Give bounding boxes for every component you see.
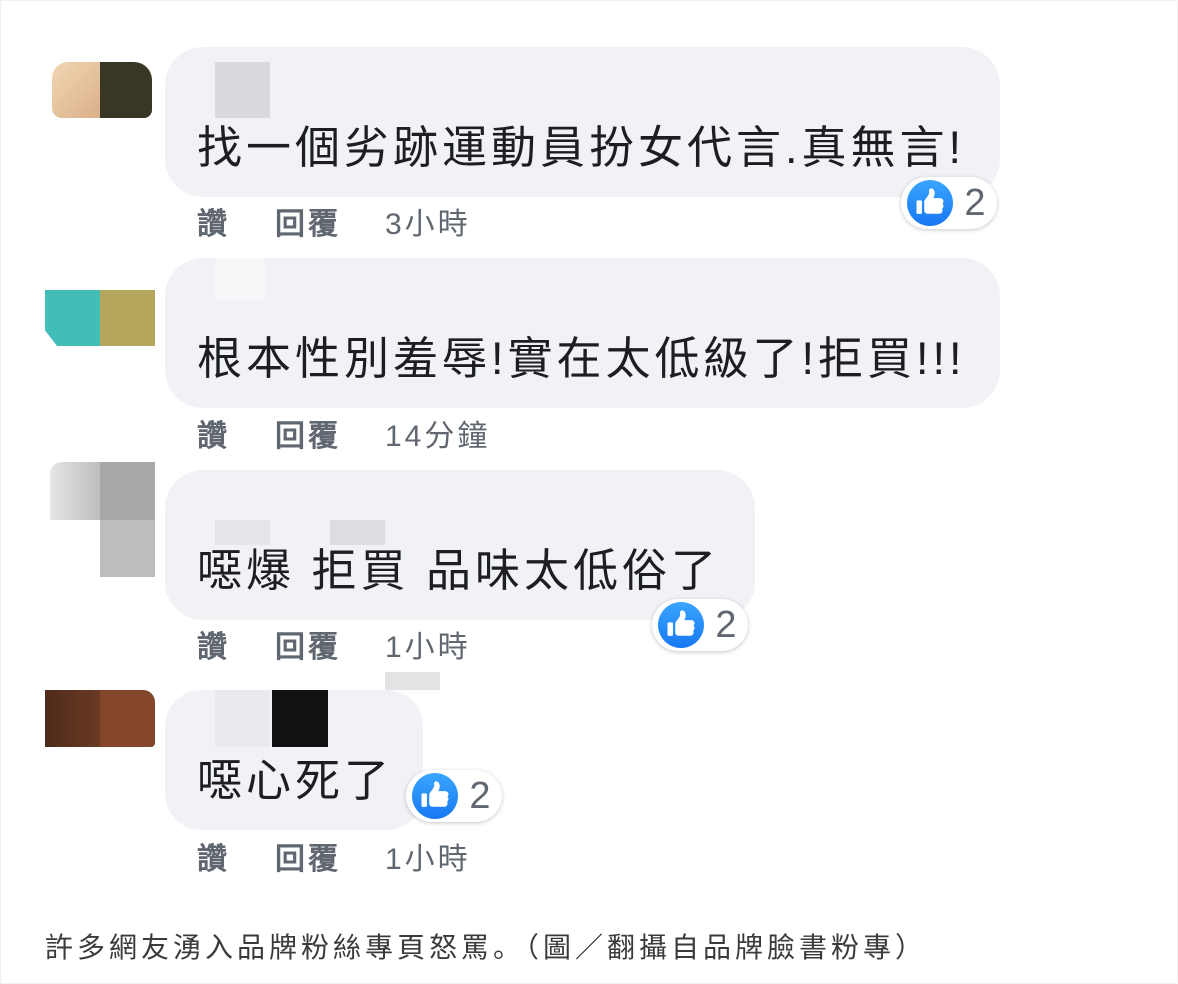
comment-bubble: 噁爆 拒買 品味太低俗了	[165, 470, 755, 620]
reply-button[interactable]: 回覆	[275, 843, 341, 877]
commenter-name-redacted[interactable]	[215, 672, 440, 747]
reply-button[interactable]: 回覆	[275, 420, 341, 454]
comment-actions: 讚 回覆 14分鐘	[0, 420, 600, 454]
comment-actions: 讚 回覆 1小時	[0, 631, 600, 665]
comment-bubble: 找一個劣跡運動員扮女代言.真無言!	[165, 47, 1000, 197]
comment-thread: 找一個劣跡運動員扮女代言.真無言! 2 讚 回覆 3小時 根本性別羞辱!實在太低…	[0, 0, 1178, 984]
like-icon	[907, 180, 953, 226]
mosaic-tile	[100, 462, 155, 520]
mosaic-tile	[100, 520, 155, 577]
mosaic-tile	[50, 462, 100, 520]
reply-button[interactable]: 回覆	[275, 631, 341, 665]
mosaic-tile	[45, 290, 100, 346]
timestamp[interactable]: 1小時	[385, 631, 471, 665]
comment-text: 找一個劣跡運動員扮女代言.真無言!	[197, 122, 966, 173]
reaction-badge[interactable]: 2	[406, 770, 502, 822]
mosaic-tile	[52, 62, 100, 118]
like-button[interactable]: 讚	[197, 843, 230, 877]
comment: 根本性別羞辱!實在太低級了!拒買!!! 讚 回覆 14分鐘	[0, 258, 1178, 469]
comment: 噁心死了 2 讚 回覆 1小時	[0, 672, 1178, 901]
mosaic-tile	[45, 690, 100, 747]
comment: 找一個劣跡運動員扮女代言.真無言! 2 讚 回覆 3小時	[0, 47, 1178, 258]
mosaic-tile	[100, 62, 152, 118]
reaction-badge[interactable]: 2	[652, 599, 748, 651]
commenter-avatar[interactable]	[52, 62, 155, 118]
commenter-name-redacted[interactable]	[215, 258, 265, 300]
comment-text: 根本性別羞辱!實在太低級了!拒買!!!	[197, 333, 966, 384]
commenter-avatar[interactable]	[45, 690, 155, 747]
like-button[interactable]: 讚	[197, 631, 230, 665]
commenter-avatar[interactable]	[45, 290, 155, 346]
reply-button[interactable]: 回覆	[275, 208, 341, 242]
comment-actions: 讚 回覆 1小時	[0, 843, 600, 877]
like-button[interactable]: 讚	[197, 420, 230, 454]
like-icon	[658, 602, 704, 648]
reaction-count: 2	[715, 604, 737, 646]
reaction-count: 2	[964, 182, 986, 224]
mosaic-tile	[215, 62, 270, 118]
commenter-avatar[interactable]	[50, 462, 155, 577]
like-button[interactable]: 讚	[197, 208, 230, 242]
mosaic-tile	[215, 520, 270, 545]
mosaic-tile	[100, 690, 155, 747]
mosaic-tile	[215, 690, 270, 747]
comment-actions: 讚 回覆 3小時	[0, 208, 600, 242]
photo-caption: 許多網友湧入品牌粉絲專頁怒罵。（圖／翻攝自品牌臉書粉專）	[45, 932, 928, 963]
commenter-name-redacted[interactable]	[215, 62, 270, 118]
timestamp[interactable]: 3小時	[385, 208, 471, 242]
comment-text: 噁心死了	[197, 755, 394, 806]
mosaic-tile	[215, 258, 265, 300]
comment-bubble: 根本性別羞辱!實在太低級了!拒買!!!	[165, 258, 1000, 408]
mosaic-tile	[330, 520, 385, 545]
timestamp[interactable]: 1小時	[385, 843, 471, 877]
mosaic-tile	[272, 690, 328, 747]
mosaic-tile	[385, 672, 440, 690]
comment-text: 噁爆 拒買 品味太低俗了	[197, 545, 721, 596]
like-icon	[412, 773, 458, 819]
mosaic-tile	[100, 290, 155, 346]
reaction-count: 2	[469, 775, 491, 817]
commenter-name-redacted[interactable]	[215, 520, 385, 545]
timestamp[interactable]: 14分鐘	[385, 420, 490, 454]
reaction-badge[interactable]: 2	[901, 177, 997, 229]
comment: 噁爆 拒買 品味太低俗了 2 讚 回覆 1小時	[0, 462, 1178, 681]
